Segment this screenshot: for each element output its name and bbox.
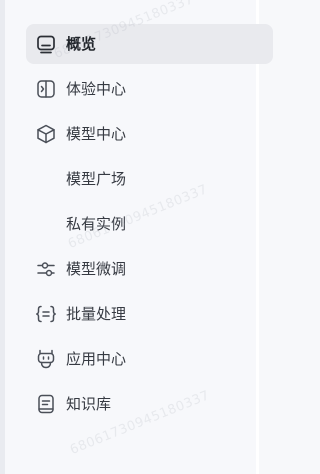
sidebar-item-label: 模型微调	[66, 260, 127, 278]
sidebar-item-batch-processing[interactable]: 批量处理	[26, 294, 273, 334]
monitor-icon	[35, 33, 57, 55]
sidebar-subitem-private-instances[interactable]: 私有实例	[26, 204, 273, 244]
sidebar-subitem-model-square[interactable]: 模型广场	[26, 159, 273, 199]
sidebar-item-label: 知识库	[66, 395, 112, 413]
sidebar-item-model-finetuning[interactable]: 模型微调	[26, 249, 273, 289]
sidebar-item-experience-center[interactable]: 体验中心	[26, 69, 273, 109]
sliders-icon	[35, 258, 57, 280]
sidebar-item-model-center[interactable]: 模型中心	[26, 114, 273, 154]
experience-icon	[35, 78, 57, 100]
sidebar-item-label: 体验中心	[66, 80, 127, 98]
braces-list-icon	[35, 303, 57, 325]
sidebar-item-label: 应用中心	[66, 350, 127, 368]
sidebar-item-label: 模型广场	[66, 170, 127, 188]
cube-icon	[35, 123, 57, 145]
robot-icon	[35, 348, 57, 370]
sidebar-item-label: 概览	[66, 35, 97, 53]
sidebar-item-label: 批量处理	[66, 305, 127, 323]
sidebar-item-label: 模型中心	[66, 125, 127, 143]
sidebar: 概览 体验中心 模型中心 模型广场 私有实例 模型微调 批量处理 应用中心 知识…	[0, 0, 273, 474]
sidebar-item-label: 私有实例	[66, 215, 127, 233]
left-rail	[0, 0, 5, 474]
sidebar-item-overview[interactable]: 概览	[26, 24, 273, 64]
book-icon	[35, 393, 57, 415]
sidebar-item-app-center[interactable]: 应用中心	[26, 339, 273, 379]
sidebar-item-knowledge-base[interactable]: 知识库	[26, 384, 273, 424]
